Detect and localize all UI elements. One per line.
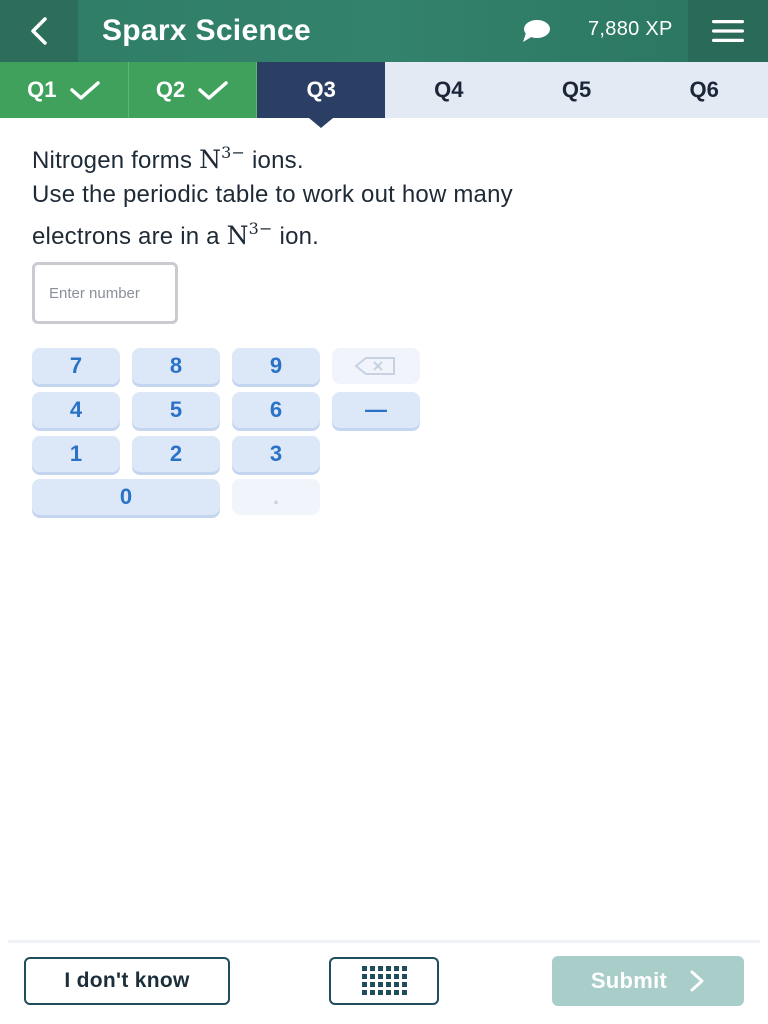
- tab-q5[interactable]: Q5: [512, 62, 641, 118]
- submit-button[interactable]: Submit: [552, 956, 744, 1006]
- key-3[interactable]: 3: [232, 436, 320, 472]
- menu-button[interactable]: [688, 0, 768, 62]
- ion-formula: N3−: [226, 219, 273, 250]
- backspace-icon: [354, 357, 395, 375]
- tab-q4[interactable]: Q4: [385, 62, 513, 118]
- chevron-right-icon: [689, 969, 705, 993]
- keypad-icon: [362, 966, 407, 995]
- back-button[interactable]: [0, 0, 78, 62]
- backspace-button[interactable]: [332, 348, 420, 384]
- tab-label: Q4: [434, 77, 464, 102]
- question-line-1: Nitrogen forms N3− ions.: [32, 143, 304, 174]
- submit-label: Submit: [590, 968, 668, 993]
- key-0[interactable]: 0: [32, 479, 220, 515]
- dont-know-button[interactable]: I don't know: [24, 957, 230, 1005]
- ion-formula: N3−: [199, 143, 246, 174]
- tab-q3[interactable]: Q3: [257, 62, 386, 128]
- tab-label: Q3: [306, 77, 336, 102]
- xp-counter: 7,880 XP: [588, 18, 673, 40]
- question-line-2: Use the periodic table to work out how m…: [32, 181, 513, 208]
- question-line-3: electrons are in a N3− ion.: [32, 219, 320, 250]
- tab-q2[interactable]: Q2: [128, 62, 258, 118]
- tab-q1[interactable]: Q1: [0, 62, 129, 118]
- key-4[interactable]: 4: [32, 392, 120, 428]
- key-9[interactable]: 9: [232, 348, 320, 384]
- tab-label: Q1: [27, 77, 57, 102]
- tab-q6[interactable]: Q6: [640, 62, 768, 118]
- tab-label: Q5: [561, 77, 592, 102]
- key-7[interactable]: 7: [32, 348, 120, 384]
- chat-bubble-icon: [523, 20, 550, 42]
- chat-button[interactable]: [520, 18, 552, 44]
- key-minus[interactable]: —: [332, 392, 420, 428]
- chevron-left-icon: [31, 17, 47, 45]
- key-6[interactable]: 6: [232, 392, 320, 428]
- key-decimal[interactable]: .: [232, 479, 320, 515]
- hamburger-menu-icon: [712, 20, 744, 42]
- footer-divider: [8, 940, 760, 943]
- answer-input[interactable]: [32, 262, 178, 324]
- keypad-toggle-button[interactable]: [329, 957, 439, 1005]
- app-title: Sparx Science: [102, 14, 312, 47]
- key-8[interactable]: 8: [132, 348, 220, 384]
- key-1[interactable]: 1: [32, 436, 120, 472]
- checkmark-icon: [197, 79, 229, 101]
- tab-label: Q2: [155, 77, 186, 102]
- question-tabs: Q1 Q2 Q3 Q4 Q5 Q6: [0, 62, 768, 128]
- checkmark-icon: [69, 79, 101, 101]
- key-5[interactable]: 5: [132, 392, 220, 428]
- app-header: Sparx Science 7,880 XP: [0, 0, 768, 62]
- tab-label: Q6: [689, 77, 719, 102]
- key-2[interactable]: 2: [132, 436, 220, 472]
- question-text: Nitrogen forms N3− ions. Use the periodi…: [32, 136, 732, 254]
